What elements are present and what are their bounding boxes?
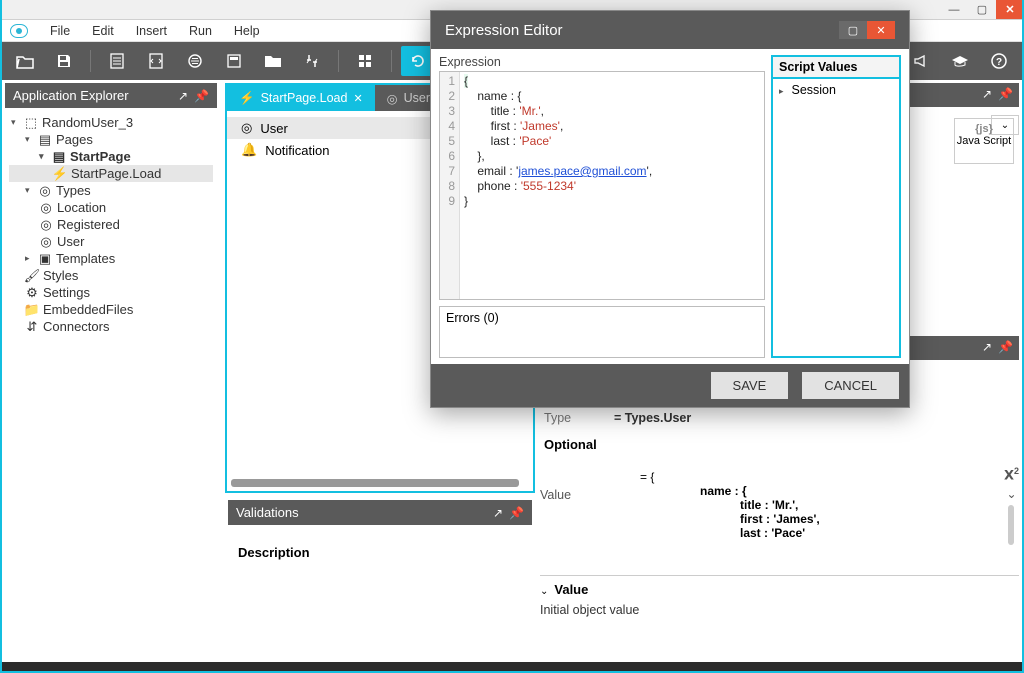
pin-icon[interactable]: 📌: [998, 87, 1013, 101]
tab-startpage-load[interactable]: ⚡StartPage.Load✕: [227, 85, 375, 111]
chevron-down-icon[interactable]: ⌄: [540, 586, 548, 597]
value-label: Value: [540, 466, 590, 545]
tree-pages[interactable]: ▾▤Pages: [9, 131, 213, 148]
script-value-session[interactable]: ▸ Session: [779, 83, 893, 97]
brush-icon: 🖌: [25, 269, 39, 283]
errors-panel: Errors (0): [439, 306, 765, 358]
page-icon: ▤: [38, 133, 52, 147]
type-icon: ◎: [39, 235, 53, 249]
expression-edit-icon[interactable]: 𝗫2: [1004, 466, 1019, 483]
bolt-icon: ⚡: [53, 167, 67, 181]
template-icon: ▣: [38, 252, 52, 266]
popout-icon[interactable]: ↗: [493, 506, 503, 520]
tree-connectors[interactable]: ⇵Connectors: [9, 318, 213, 335]
explorer-tree: ▾⬚RandomUser_3 ▾▤Pages ▾▤StartPage ⚡Star…: [5, 108, 217, 341]
dialog-title: Expression Editor: [445, 22, 563, 39]
expression-editor-dialog: Expression Editor ▢ ✕ Expression 1234567…: [430, 10, 910, 408]
js-badge-icon: {js}: [975, 123, 993, 135]
bolt-icon: ⚡: [239, 91, 255, 106]
scrollbar-thumb[interactable]: [1008, 505, 1014, 545]
section-value-header[interactable]: Value: [554, 582, 588, 597]
chevron-down-icon[interactable]: ⌄: [1006, 487, 1016, 501]
section-value-desc: Initial object value: [540, 603, 1019, 617]
tree-type-registered[interactable]: ◎Registered: [9, 216, 213, 233]
javascript-tile[interactable]: {js}Java Script: [954, 118, 1014, 164]
cancel-button[interactable]: CANCEL: [802, 372, 899, 399]
pin-icon[interactable]: 📌: [509, 506, 524, 520]
tree-embedded[interactable]: 📁EmbeddedFiles: [9, 301, 213, 318]
tree-startpage[interactable]: ▾▤StartPage: [9, 148, 213, 165]
script-values-header[interactable]: Script Values: [771, 55, 901, 77]
validations-header: Validations ↗📌: [228, 500, 532, 525]
prop-type-value: = Types.User: [614, 411, 691, 425]
expression-label: Expression: [439, 55, 765, 71]
value-preview[interactable]: = { name : { title : 'Mr.', first : 'Jam…: [610, 466, 984, 545]
popout-icon[interactable]: ↗: [982, 340, 992, 354]
dialog-close-button[interactable]: ✕: [867, 21, 895, 39]
explorer-title: Application Explorer: [13, 88, 129, 103]
tree-types[interactable]: ▾◎Types: [9, 182, 213, 199]
optional-label: Optional: [540, 431, 1019, 458]
tree-styles[interactable]: 🖌Styles: [9, 267, 213, 284]
horizontal-scrollbar[interactable]: [231, 479, 519, 487]
close-tab-icon[interactable]: ✕: [353, 92, 362, 105]
dialog-maximize-button[interactable]: ▢: [839, 21, 867, 39]
tree-startpage-load[interactable]: ⚡StartPage.Load: [9, 165, 213, 182]
tree-type-user[interactable]: ◎User: [9, 233, 213, 250]
tree-templates[interactable]: ▸▣Templates: [9, 250, 213, 267]
connector-icon: ⇵: [25, 320, 39, 334]
tree-root[interactable]: ▾⬚RandomUser_3: [9, 114, 213, 131]
folder-icon: 📁: [25, 303, 39, 317]
bell-icon: 🔔: [241, 142, 257, 158]
page-icon: ▤: [52, 150, 66, 164]
pin-icon[interactable]: 📌: [194, 89, 209, 103]
explorer-header: Application Explorer ↗ 📌: [5, 83, 217, 108]
type-icon: ◎: [39, 218, 53, 232]
type-icon: ◎: [387, 91, 398, 106]
validations-description-label: Description: [238, 545, 310, 560]
type-icon: ◎: [241, 120, 252, 136]
tree-settings[interactable]: ⚙Settings: [9, 284, 213, 301]
tree-type-location[interactable]: ◎Location: [9, 199, 213, 216]
app-logo-icon: [10, 24, 28, 38]
line-gutter: 123456789: [440, 72, 460, 299]
gear-icon: ⚙: [25, 286, 39, 300]
pin-icon[interactable]: 📌: [998, 340, 1013, 354]
prop-type-label: Type: [544, 411, 594, 425]
sitemap-icon: ⬚: [24, 116, 38, 130]
type-icon: ◎: [39, 201, 53, 215]
taskbar: [2, 662, 1022, 671]
types-icon: ◎: [38, 184, 52, 198]
popout-icon[interactable]: ↗: [982, 87, 992, 101]
popout-icon[interactable]: ↗: [178, 89, 188, 103]
expression-code-editor[interactable]: 123456789 { name : { title : 'Mr.', firs…: [439, 71, 765, 300]
save-button[interactable]: SAVE: [711, 372, 789, 399]
